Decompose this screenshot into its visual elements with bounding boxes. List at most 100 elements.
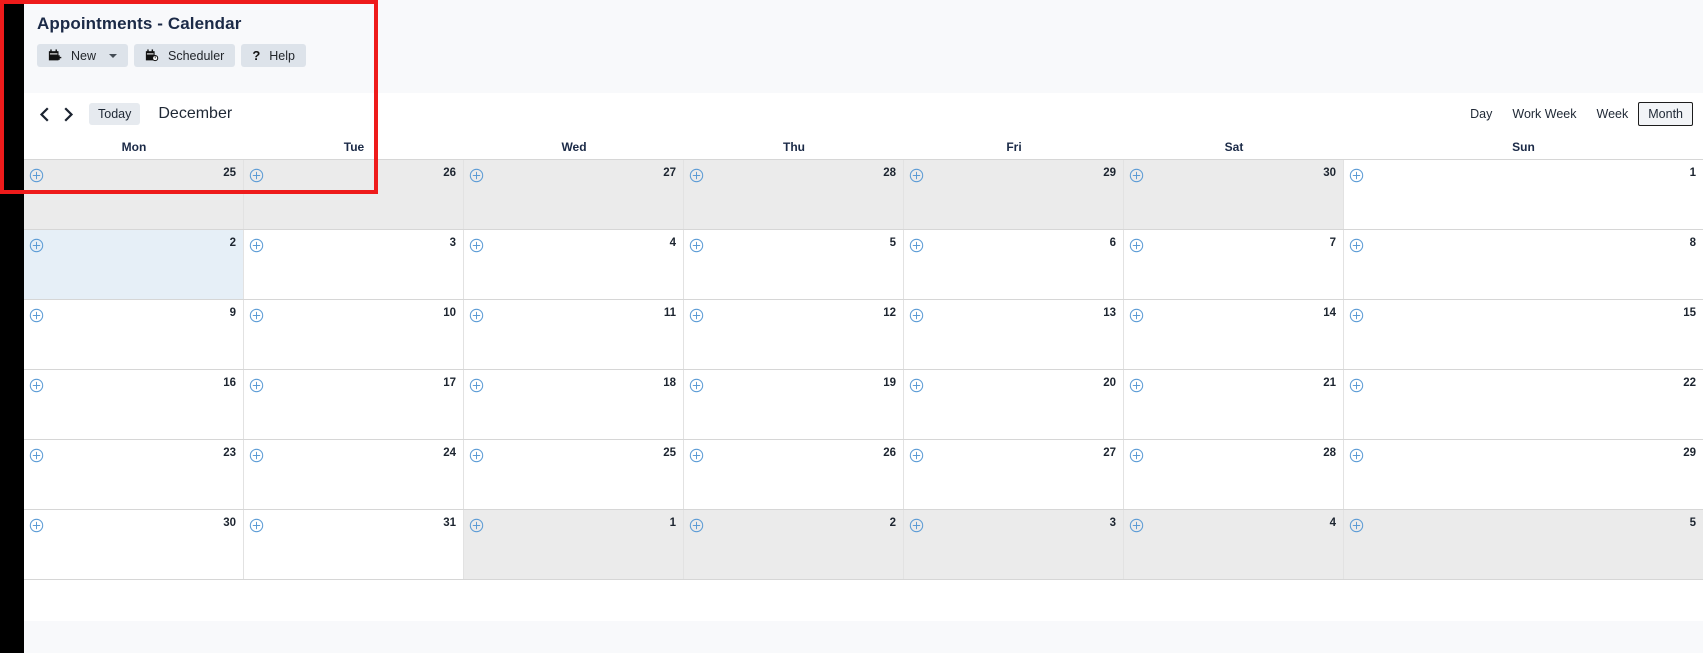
previous-period-button[interactable] — [32, 101, 56, 127]
circle-plus-icon[interactable] — [249, 238, 264, 253]
circle-plus-icon[interactable] — [29, 308, 44, 323]
circle-plus-icon[interactable] — [1349, 518, 1364, 533]
view-button-month[interactable]: Month — [1638, 102, 1693, 126]
calendar-day-cell[interactable]: 27 — [464, 160, 684, 229]
help-button[interactable]: ? Help — [241, 44, 306, 67]
today-button[interactable]: Today — [89, 103, 141, 125]
circle-plus-icon[interactable] — [469, 448, 484, 463]
scheduler-button[interactable]: Scheduler — [134, 44, 236, 67]
calendar-day-cell[interactable]: 19 — [684, 370, 904, 439]
circle-plus-icon[interactable] — [909, 168, 924, 183]
calendar-day-cell[interactable]: 2 — [684, 510, 904, 579]
circle-plus-icon[interactable] — [29, 448, 44, 463]
calendar-day-cell[interactable]: 20 — [904, 370, 1124, 439]
calendar-day-cell[interactable]: 29 — [1344, 440, 1703, 509]
circle-plus-icon[interactable] — [1129, 378, 1144, 393]
new-appointment-button[interactable]: New — [37, 44, 129, 67]
circle-plus-icon[interactable] — [1129, 238, 1144, 253]
circle-plus-icon[interactable] — [469, 518, 484, 533]
calendar-day-cell[interactable]: 2 — [24, 230, 244, 299]
calendar-day-cell[interactable]: 14 — [1124, 300, 1344, 369]
calendar-day-cell[interactable]: 31 — [244, 510, 464, 579]
calendar-day-cell[interactable]: 13 — [904, 300, 1124, 369]
view-button-work-week[interactable]: Work Week — [1502, 102, 1586, 126]
circle-plus-icon[interactable] — [909, 308, 924, 323]
calendar-day-cell[interactable]: 21 — [1124, 370, 1344, 439]
calendar-day-cell[interactable]: 4 — [1124, 510, 1344, 579]
calendar-day-cell[interactable]: 5 — [684, 230, 904, 299]
circle-plus-icon[interactable] — [689, 168, 704, 183]
calendar-day-cell[interactable]: 22 — [1344, 370, 1703, 439]
calendar-day-cell[interactable]: 28 — [1124, 440, 1344, 509]
calendar-day-cell[interactable]: 8 — [1344, 230, 1703, 299]
day-number: 9 — [229, 307, 236, 319]
calendar-day-cell[interactable]: 26 — [244, 160, 464, 229]
circle-plus-icon[interactable] — [909, 378, 924, 393]
circle-plus-icon[interactable] — [1349, 238, 1364, 253]
calendar-week-rows: 25 26 27 28 29 30 1 2 3 4 5 6 7 8 9 10 11 12 13 14 15 16 17 18 1… — [24, 159, 1703, 580]
circle-plus-icon[interactable] — [689, 448, 704, 463]
circle-plus-icon[interactable] — [909, 448, 924, 463]
circle-plus-icon[interactable] — [1129, 168, 1144, 183]
calendar-day-cell[interactable]: 3 — [904, 510, 1124, 579]
circle-plus-icon[interactable] — [689, 308, 704, 323]
calendar-day-cell[interactable]: 25 — [24, 160, 244, 229]
calendar-day-cell[interactable]: 28 — [684, 160, 904, 229]
circle-plus-icon[interactable] — [1349, 308, 1364, 323]
view-button-day[interactable]: Day — [1460, 102, 1502, 126]
day-number: 5 — [889, 237, 896, 249]
circle-plus-icon[interactable] — [249, 168, 264, 183]
calendar-day-cell[interactable]: 12 — [684, 300, 904, 369]
view-button-week[interactable]: Week — [1587, 102, 1639, 126]
calendar-day-cell[interactable]: 1 — [464, 510, 684, 579]
calendar-day-cell[interactable]: 29 — [904, 160, 1124, 229]
calendar-day-cell[interactable]: 7 — [1124, 230, 1344, 299]
circle-plus-icon[interactable] — [29, 518, 44, 533]
calendar-day-cell[interactable]: 25 — [464, 440, 684, 509]
calendar-day-cell[interactable]: 18 — [464, 370, 684, 439]
calendar-day-cell[interactable]: 6 — [904, 230, 1124, 299]
circle-plus-icon[interactable] — [469, 238, 484, 253]
next-period-button[interactable] — [56, 101, 80, 127]
circle-plus-icon[interactable] — [909, 238, 924, 253]
calendar-day-cell[interactable]: 3 — [244, 230, 464, 299]
calendar-day-cell[interactable]: 17 — [244, 370, 464, 439]
calendar-day-cell[interactable]: 4 — [464, 230, 684, 299]
caret-down-icon[interactable] — [109, 53, 118, 58]
day-number: 1 — [1689, 167, 1696, 179]
circle-plus-icon[interactable] — [29, 238, 44, 253]
circle-plus-icon[interactable] — [249, 378, 264, 393]
circle-plus-icon[interactable] — [689, 238, 704, 253]
calendar-day-cell[interactable]: 11 — [464, 300, 684, 369]
circle-plus-icon[interactable] — [689, 378, 704, 393]
circle-plus-icon[interactable] — [469, 308, 484, 323]
circle-plus-icon[interactable] — [1129, 308, 1144, 323]
circle-plus-icon[interactable] — [909, 518, 924, 533]
calendar-navigation-bar: Today December Day Work Week Week Month — [24, 93, 1703, 135]
calendar-day-cell[interactable]: 30 — [24, 510, 244, 579]
calendar-day-cell[interactable]: 9 — [24, 300, 244, 369]
circle-plus-icon[interactable] — [249, 518, 264, 533]
circle-plus-icon[interactable] — [29, 378, 44, 393]
calendar-day-cell[interactable]: 1 — [1344, 160, 1703, 229]
circle-plus-icon[interactable] — [469, 168, 484, 183]
calendar-day-cell[interactable]: 16 — [24, 370, 244, 439]
calendar-day-cell[interactable]: 30 — [1124, 160, 1344, 229]
circle-plus-icon[interactable] — [249, 308, 264, 323]
calendar-day-cell[interactable]: 23 — [24, 440, 244, 509]
circle-plus-icon[interactable] — [469, 378, 484, 393]
circle-plus-icon[interactable] — [1129, 518, 1144, 533]
circle-plus-icon[interactable] — [1349, 378, 1364, 393]
calendar-day-cell[interactable]: 27 — [904, 440, 1124, 509]
circle-plus-icon[interactable] — [1349, 168, 1364, 183]
circle-plus-icon[interactable] — [249, 448, 264, 463]
circle-plus-icon[interactable] — [689, 518, 704, 533]
calendar-day-cell[interactable]: 24 — [244, 440, 464, 509]
calendar-day-cell[interactable]: 5 — [1344, 510, 1703, 579]
calendar-day-cell[interactable]: 15 — [1344, 300, 1703, 369]
circle-plus-icon[interactable] — [1129, 448, 1144, 463]
calendar-day-cell[interactable]: 26 — [684, 440, 904, 509]
circle-plus-icon[interactable] — [29, 168, 44, 183]
circle-plus-icon[interactable] — [1349, 448, 1364, 463]
calendar-day-cell[interactable]: 10 — [244, 300, 464, 369]
